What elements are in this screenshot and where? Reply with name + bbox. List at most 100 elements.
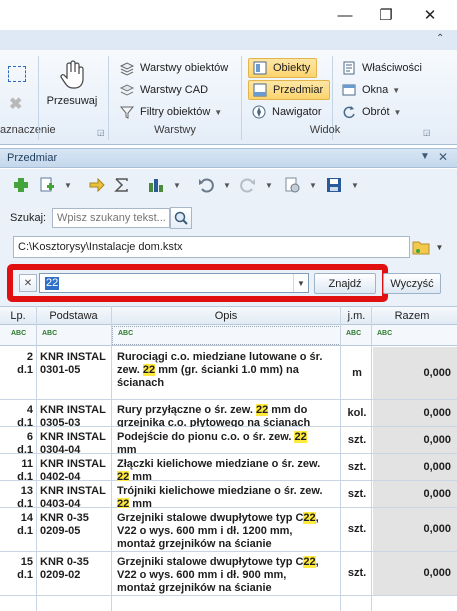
opis-line: zew. 22 mm (gr. ścianki 1.0 mm) na [117,364,299,376]
table-row[interactable]: 11 d.1 KNR INSTAL 0402-04 Złączki kielicho… [0,454,457,483]
windows-button[interactable]: Okna ▼ [341,80,400,100]
table-row[interactable]: 2 d.1 KNR INSTAL 0301-05 Rurociągi c.o. mi… [0,347,457,400]
chevron-down-icon[interactable]: ▼ [309,181,317,190]
chevron-down-icon: ▼ [392,85,401,95]
ribbon-separator [241,56,242,140]
open-folder-icon[interactable] [411,236,431,258]
cell-podstawa: KNR 0-35 0209-05 [40,512,89,537]
cell-lp: 15 d.1 [17,556,33,581]
opis-line: Grzejniki stalowe dwupłytowe typ C22, [117,556,319,568]
table-row[interactable]: 4 d.1 KNR INSTAL 0305-03 Rury przyłączne o… [0,400,457,429]
minimize-button[interactable]: — [327,0,363,30]
add-document-icon[interactable] [38,176,56,194]
find-input-value[interactable]: 22 [45,277,60,290]
column-divider [36,346,37,611]
panel-header: Przedmiar ▼ ✕ [0,148,457,168]
hierarchy-icon[interactable] [147,176,165,194]
chevron-down-icon[interactable]: ▼ [265,181,273,190]
filter-lp-icon[interactable]: ABC [11,330,26,337]
column-divider [371,346,372,611]
column-header-lp[interactable]: Lp. [0,310,36,322]
object-filters-button[interactable]: Filtry obiektów ▼ [119,102,222,122]
table-row[interactable]: 15 d.1 KNR 0-35 0209-02 Grzejniki stalowe … [0,552,457,596]
delete-icon[interactable]: ✖ [9,94,22,114]
move-button[interactable]: Przesuwaj [44,60,100,107]
add-item-icon[interactable] [12,176,30,194]
find-button[interactable]: Znajdź [314,273,376,294]
path-dropdown-button[interactable]: ▼ [432,236,447,258]
clear-find-button[interactable]: ✕ [19,274,37,292]
chevron-down-icon[interactable]: ▼ [293,274,308,292]
search-icon [174,211,188,225]
collapse-ribbon-icon[interactable]: ⌃ [436,33,444,44]
cell-razem: 0,000 [373,347,457,399]
cad-layers-icon [119,82,135,98]
search-button[interactable] [170,207,192,229]
cell-jm: m [352,367,362,379]
close-panel-icon[interactable]: ✕ [438,150,448,164]
column-divider [371,306,372,346]
search-input[interactable] [52,208,170,228]
insert-arrow-icon[interactable] [88,176,106,194]
navigator-button[interactable]: Nawigator [251,102,322,122]
quantities-icon [252,82,268,98]
group-launcher-icon[interactable]: ◲ [423,128,431,137]
group-launcher-icon[interactable]: ◲ [97,128,105,137]
chevron-down-icon[interactable]: ▼ [351,181,359,190]
column-header-razem[interactable]: Razem [372,310,452,322]
filter-icon [119,104,135,120]
file-path-field[interactable]: C:\Kosztorysy\Instalacje dom.kstx [13,236,410,258]
maximize-button[interactable]: ❐ [368,0,404,30]
column-header-podstawa[interactable]: Podstawa [36,310,111,322]
opis-line: Trójniki kielichowe miedziane o śr. zew. [117,485,323,497]
filter-opis-field[interactable] [112,326,341,345]
clear-button[interactable]: Wyczyść [383,273,441,294]
objects-toggle[interactable]: Obiekty [248,58,318,78]
sum-icon[interactable] [113,176,131,194]
chevron-down-icon[interactable]: ▼ [173,181,181,190]
rotate-button[interactable]: Obrót ▼ [341,102,401,122]
table-row[interactable]: 14 d.1 KNR 0-35 0209-05 Grzejniki stalowe … [0,508,457,552]
objects-label: Obiekty [273,62,311,74]
cell-opis: Grzejniki stalowe dwupłytowe typ C22, V22… [117,556,342,595]
column-header-opis[interactable]: Opis [112,310,340,322]
find-combobox[interactable]: 22 ▼ [39,273,309,293]
save-icon[interactable] [325,176,343,194]
settings-icon[interactable] [283,176,301,194]
ribbon-separator [38,56,39,140]
filter-razem-icon[interactable]: ABC [377,330,392,337]
column-header-jm[interactable]: j.m. [341,310,372,322]
cell-lp: 14 d.1 [17,512,33,537]
column-divider [111,346,112,611]
pin-icon[interactable]: ▼ [420,151,430,162]
navigator-label: Nawigator [272,106,322,118]
objects-icon [252,60,268,76]
column-divider [36,306,37,346]
windows-label: Okna [362,84,389,96]
cad-layers-button[interactable]: Warstwy CAD [119,80,208,100]
search-match-highlight: 22 [142,364,156,376]
chevron-down-icon: ▼ [393,107,402,117]
undo-icon[interactable] [197,176,215,194]
bill-of-quantities-toggle[interactable]: Przedmiar [248,80,331,100]
redo-icon[interactable] [239,176,257,194]
column-divider [340,346,341,611]
filter-podstawa-icon[interactable]: ABC [42,330,57,337]
chevron-down-icon[interactable]: ▼ [223,181,231,190]
rotate-icon [341,104,357,120]
properties-button[interactable]: Właściwości [341,58,422,78]
table-row[interactable]: 13 d.1 KNR INSTAL 0403-04 Trójniki kielich… [0,481,457,510]
close-window-button[interactable]: ✕ [412,0,448,30]
chevron-down-icon[interactable]: ▼ [64,181,72,190]
table-row[interactable]: 6 d.1 KNR INSTAL 0304-04 Podejście do pion… [0,427,457,456]
opis-line: Rury przyłączne o śr. zew. 22 mm do [117,404,308,416]
search-match-highlight: 22 [303,556,316,568]
cell-razem: 0,000 [373,508,457,551]
ribbon-group-label: Warstwy [154,124,196,136]
object-layers-button[interactable]: Warstwy obiektów [119,58,228,78]
select-region-icon[interactable] [8,66,26,82]
filter-jm-icon[interactable]: ABC [346,330,361,337]
rotate-label: Obrót [362,106,390,118]
bill-of-quantities-label: Przedmiar [273,84,324,96]
opis-line: montaż grzejników na ścianie [117,582,272,594]
